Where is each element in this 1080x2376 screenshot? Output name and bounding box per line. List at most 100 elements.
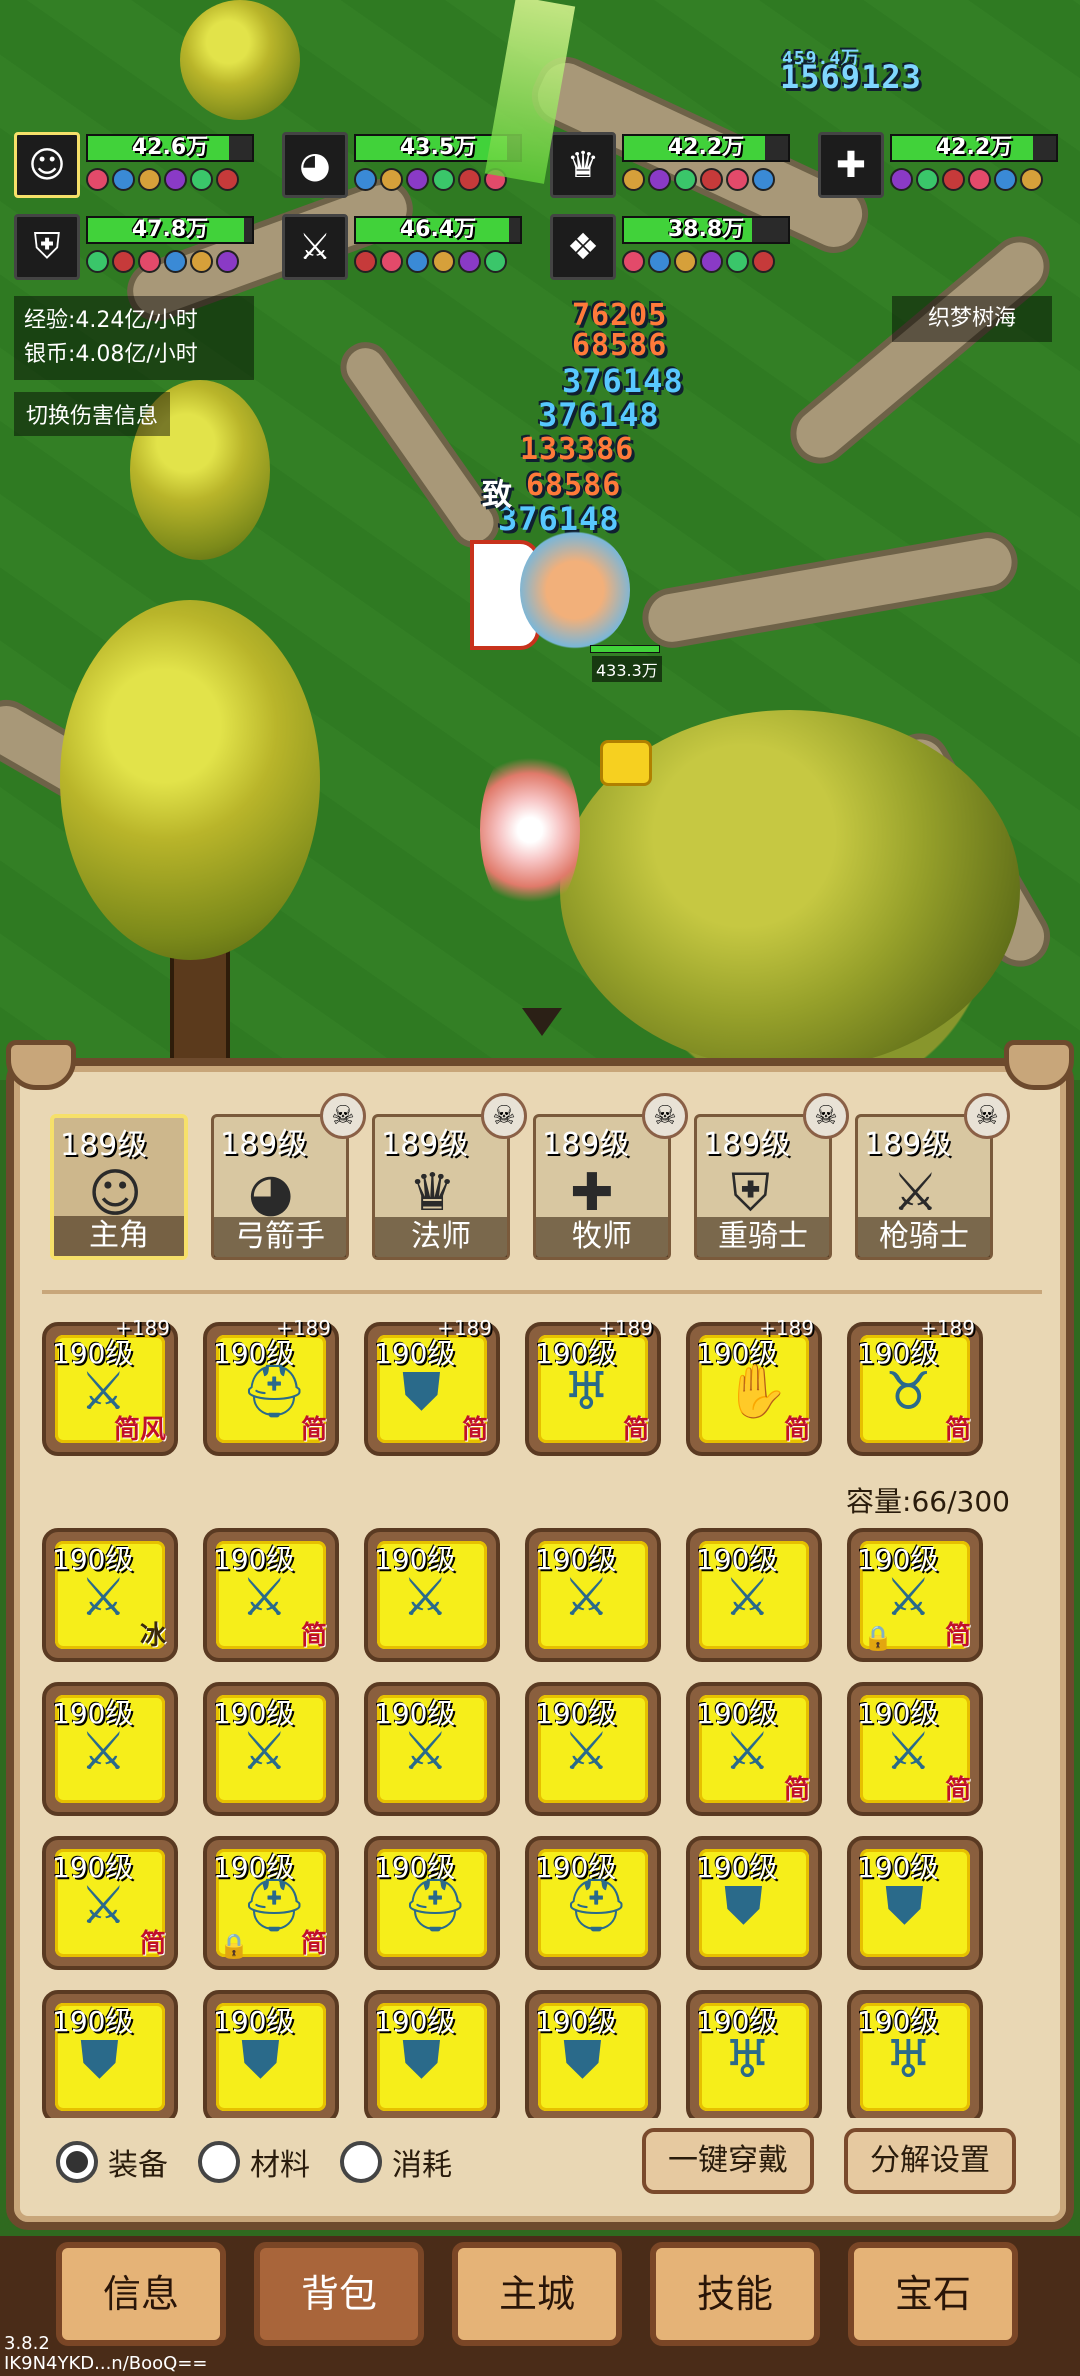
hero-tab[interactable]: 189级 ♛ 法师 ☠ [372,1093,527,1260]
skill-icon [86,168,109,191]
item-slot[interactable]: 190级 ♅ [686,1990,822,2118]
panel-ornament [1004,1040,1074,1090]
party-member[interactable]: ⛨ 47.8万 [14,210,264,282]
item-slot[interactable]: 190级 ⛊ [42,1990,178,2118]
enhance-level: +189 [437,1316,492,1340]
nav-tab[interactable]: 信息 [56,2242,226,2346]
hp-value: 38.8万 [667,217,745,242]
filter-radio[interactable]: 材料 [198,2140,310,2184]
sword-icon: ⚔ [241,1568,288,1628]
item-slot[interactable]: 190级 ⛊ [525,1990,661,2118]
skill-icon [432,168,455,191]
damage-number: 68586 [526,468,622,503]
nav-tab[interactable]: 技能 [650,2242,820,2346]
party-member[interactable]: ♛ 42.2万 [550,128,800,200]
version-info: 3.8.2 IK9N4YKD...n/BooQ== [4,2334,207,2374]
sword-icon: ⚔ [885,1722,932,1782]
item-slot[interactable]: 190级 ⚔ [364,1682,500,1816]
skill-icon [942,168,965,191]
item-slot[interactable]: 190级 ⚔ 简 [847,1682,983,1816]
item-slot[interactable]: 190级 ⚔ [525,1682,661,1816]
hero-tab[interactable]: 189级 ⚔ 枪骑士 ☠ [855,1093,1010,1260]
item-affix-tag: 简风 [113,1415,166,1445]
radio-button-icon[interactable] [198,2141,240,2183]
skill-icon [994,168,1017,191]
item-slot[interactable]: 190级 ⚔ 简 [686,1682,822,1816]
zone-name[interactable]: 织梦树海 [892,296,1052,342]
filter-radio[interactable]: 消耗 [340,2140,452,2184]
item-slot[interactable]: 190级 ⚔ [203,1682,339,1816]
item-slot[interactable]: 190级 ⚔ [364,1528,500,1662]
radio-button-icon[interactable] [56,2141,98,2183]
armor-icon: ⛊ [402,1362,442,1422]
skill-icon [138,168,161,191]
item-slot[interactable]: 190级 +189 ⚔ 简风 [42,1316,178,1456]
dismantle-settings-button[interactable]: 分解设置 [844,2128,1016,2194]
hero-tab[interactable]: 189级 ☺ 主角 [50,1114,188,1260]
item-slot[interactable]: 190级 ⛊ [203,1990,339,2118]
item-slot[interactable]: 190级 ⛊ [847,1836,983,1970]
loot-chest-icon [600,740,652,786]
party-member[interactable]: ☺ 42.6万 [14,128,264,200]
item-slot[interactable]: 190级 ⚔ [686,1528,822,1662]
party-member[interactable]: ❖ 38.8万 [550,210,800,282]
gauntlet-icon: ✋ [724,1362,789,1422]
item-slot[interactable]: 190级 ⚔ 简 [42,1836,178,1970]
bag-grid[interactable]: 190级 ⚔ 冰 190级 ⚔ 简 190级 ⚔ 190级 ⚔ 190级 ⚔ 190级 ⚔ 简 🔒 190级 ⚔ 1… [42,1528,1042,2118]
nav-tab[interactable]: 主城 [452,2242,622,2346]
radio-button-icon[interactable] [340,2141,382,2183]
item-slot[interactable]: 190级 ⚔ [42,1682,178,1816]
item-slot[interactable]: 190级 ⛑ 简 🔒 [203,1836,339,1970]
skill-icon [380,168,403,191]
hero-level: 189级 [381,1127,469,1162]
nav-tab[interactable]: 背包 [254,2242,424,2346]
equip-all-button[interactable]: 一键穿戴 [642,2128,814,2194]
item-slot[interactable]: 190级 +189 ✋ 简 [686,1316,822,1456]
item-slot[interactable]: 190级 ⛊ [686,1836,822,1970]
nav-tab[interactable]: 宝石 [848,2242,1018,2346]
silver-rate: 银币:4.08亿/小时 [24,342,198,367]
sword-icon: ⚔ [724,1568,771,1628]
equipped-gear: 190级 +189 ⚔ 简风 190级 +189 ⛑ 简 190级 +189 ⛊ 简 190级 +189 ♅… [42,1290,1042,1458]
hero-tab[interactable]: 189级 ◕ 弓箭手 ☠ [211,1093,366,1260]
item-slot[interactable]: 190级 +189 ♉ 简 [847,1316,983,1456]
item-slot[interactable]: 190级 ⚔ [525,1528,661,1662]
hero-selector: 189级 ☺ 主角 189级 ◕ 弓箭手 ☠ 189级 ♛ 法师 ☠ 189级 ✚ 牧师 ☠ 189级 ⛨ 重骑士… [50,1093,1030,1262]
boots-icon: ♉ [885,1362,932,1422]
skill-icon [216,168,239,191]
item-slot[interactable]: 190级 +189 ⛑ 简 [203,1316,339,1456]
damage-number: 68586 [572,328,668,363]
item-affix-tag: 简 [300,1621,327,1651]
skill-icon [432,250,455,273]
crit-label: 致 [482,478,513,513]
skill-icon [674,250,697,273]
armor-icon: ⛊ [563,2030,603,2090]
party-member[interactable]: ✚ 42.2万 [818,128,1068,200]
hero-sprite-icon: ◕ [248,1163,294,1223]
item-slot[interactable]: 190级 ⚔ 简 [203,1528,339,1662]
party-member[interactable]: ⚔ 46.4万 [282,210,532,282]
collapse-arrow-icon[interactable] [522,1008,562,1036]
item-slot[interactable]: 190级 ♅ [847,1990,983,2118]
item-slot[interactable]: 190级 +189 ♅ 简 [525,1316,661,1456]
enhance-level: +189 [759,1316,814,1340]
item-slot[interactable]: 190级 ⛑ [525,1836,661,1970]
item-affix-tag: 简 [622,1415,649,1445]
hp-value: 42.2万 [935,135,1013,160]
switch-damage-info-button[interactable]: 切换伤害信息 [14,392,171,436]
enhance-level: +189 [598,1316,653,1340]
filter-radio[interactable]: 装备 [56,2140,168,2184]
sword-icon: ⚔ [402,1568,449,1628]
hero-tab[interactable]: 189级 ✚ 牧师 ☠ [533,1093,688,1260]
item-slot[interactable]: 190级 ⚔ 简 🔒 [847,1528,983,1662]
item-slot[interactable]: 190级 ⚔ 冰 [42,1528,178,1662]
item-slot[interactable]: 190级 ⛊ [364,1990,500,2118]
item-slot[interactable]: 190级 +189 ⛊ 简 [364,1316,500,1456]
item-slot[interactable]: 190级 ⛑ [364,1836,500,1970]
leggings-icon: ♅ [563,1362,610,1422]
skill-icon [726,250,749,273]
skill-icon [726,168,749,191]
armor-icon: ⛊ [241,2030,281,2090]
hero-tab[interactable]: 189级 ⛨ 重骑士 ☠ [694,1093,849,1260]
enemy-hp-label: 433.3万 [592,656,662,682]
